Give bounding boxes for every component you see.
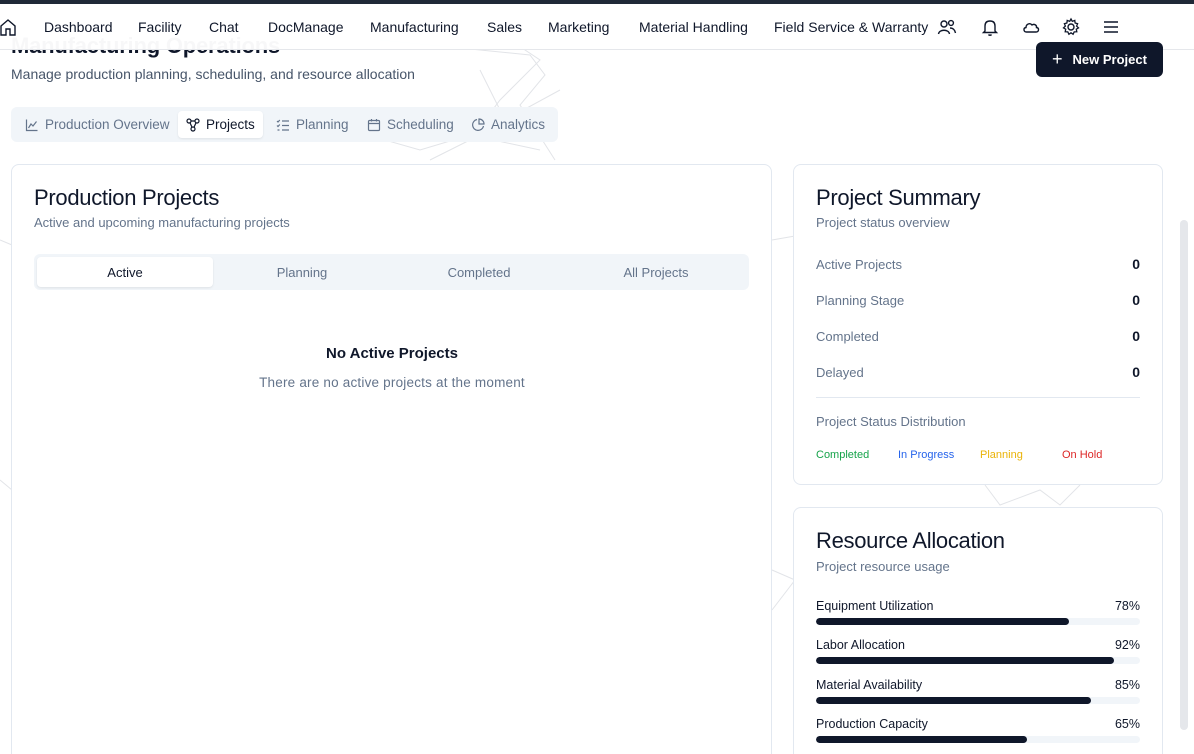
nav-item-facility[interactable]: Facility — [138, 19, 182, 35]
checklist-icon — [276, 119, 289, 131]
subtab-completed[interactable]: Completed — [391, 257, 567, 287]
stat-value: 0 — [1132, 256, 1140, 272]
top-navbar: Dashboard Facility Chat DocManage Manufa… — [0, 4, 1194, 50]
legend-in-progress: In Progress — [898, 449, 955, 461]
progress-fill — [816, 657, 1115, 664]
tab-analytics[interactable]: Analytics — [463, 111, 553, 138]
tab-label: Planning — [296, 117, 349, 132]
resource-label: Equipment Utilization — [816, 599, 934, 613]
network-icon — [186, 117, 200, 132]
subtab-all-projects[interactable]: All Projects — [568, 257, 744, 287]
stat-planning-stage: Planning Stage 0 — [816, 292, 1140, 313]
resource-equipment-utilization: Equipment Utilization 78% — [816, 599, 1140, 629]
tab-label: Analytics — [491, 117, 546, 132]
nav-item-sales[interactable]: Sales — [487, 19, 522, 35]
new-project-label: New Project — [1072, 52, 1147, 67]
resource-label: Material Availability — [816, 678, 923, 692]
project-filter-tabs: Active Planning Completed All Projects — [34, 254, 749, 290]
card-title: Production Projects — [34, 185, 220, 210]
empty-state-subtitle: There are no active projects at the mome… — [259, 375, 525, 390]
resource-material-availability: Material Availability 85% — [816, 678, 1140, 708]
page-subtitle: Manage production planning, scheduling, … — [11, 66, 415, 82]
stat-value: 0 — [1132, 364, 1140, 380]
project-summary-card: Project Summary Project status overview … — [793, 164, 1163, 485]
home-icon[interactable] — [0, 18, 16, 36]
gear-icon[interactable] — [1061, 17, 1081, 37]
resource-labor-allocation: Labor Allocation 92% — [816, 638, 1140, 668]
nav-item-dashboard[interactable]: Dashboard — [44, 19, 113, 35]
resource-value: 78% — [1114, 599, 1140, 613]
production-projects-card: Production Projects Active and upcoming … — [11, 164, 772, 754]
card-subtitle: Project status overview — [816, 215, 950, 230]
tab-scheduling[interactable]: Scheduling — [359, 111, 462, 138]
resource-allocation-card: Resource Allocation Project resource usa… — [793, 507, 1163, 754]
stat-value: 0 — [1132, 328, 1140, 344]
vertical-scrollbar[interactable] — [1180, 220, 1188, 730]
resource-production-capacity: Production Capacity 65% — [816, 717, 1140, 747]
stat-label: Planning Stage — [816, 293, 905, 308]
bell-icon[interactable] — [980, 17, 1000, 37]
resource-label: Production Capacity — [816, 717, 928, 731]
empty-state-title: No Active Projects — [326, 345, 458, 362]
progress-fill — [816, 736, 1027, 743]
pie-chart-icon — [472, 117, 485, 131]
card-title: Project Summary — [816, 185, 981, 210]
stat-label: Active Projects — [816, 257, 902, 272]
tab-label: Scheduling — [387, 117, 454, 132]
menu-icon[interactable] — [1101, 17, 1121, 37]
nav-item-docmanage[interactable]: DocManage — [268, 19, 344, 35]
progress-track — [816, 736, 1140, 743]
legend-on-hold: On Hold — [1062, 449, 1103, 461]
resource-label: Labor Allocation — [816, 638, 905, 652]
stat-value: 0 — [1132, 292, 1140, 308]
resource-value: 92% — [1114, 638, 1140, 652]
stat-delayed: Delayed 0 — [816, 364, 1140, 385]
progress-track — [816, 657, 1140, 664]
nav-item-material-handling[interactable]: Material Handling — [639, 19, 748, 35]
legend-completed: Completed — [816, 449, 870, 461]
users-icon[interactable] — [937, 17, 957, 37]
tab-projects[interactable]: Projects — [178, 111, 263, 138]
legend-planning: Planning — [980, 449, 1023, 461]
subtab-active[interactable]: Active — [37, 257, 213, 287]
cloud-icon[interactable] — [1021, 17, 1041, 37]
tab-label: Projects — [206, 117, 255, 132]
distribution-title: Project Status Distribution — [816, 414, 966, 429]
nav-item-field-service[interactable]: Field Service & Warranty — [774, 19, 928, 35]
nav-item-chat[interactable]: Chat — [209, 19, 239, 35]
resource-value: 85% — [1114, 678, 1140, 692]
resource-value: 65% — [1114, 717, 1140, 731]
card-title: Resource Allocation — [816, 528, 1005, 553]
subtab-planning[interactable]: Planning — [214, 257, 390, 287]
nav-item-manufacturing[interactable]: Manufacturing — [370, 19, 459, 35]
tab-planning[interactable]: Planning — [268, 111, 357, 138]
nav-item-marketing[interactable]: Marketing — [548, 19, 609, 35]
chart-line-icon — [25, 119, 38, 131]
progress-track — [816, 618, 1140, 625]
progress-track — [816, 697, 1140, 704]
main-tabs: Production Overview Projects Planning Sc… — [11, 107, 558, 142]
stat-active-projects: Active Projects 0 — [816, 256, 1140, 277]
new-project-button[interactable]: + New Project — [1036, 42, 1163, 77]
stat-label: Delayed — [816, 365, 864, 380]
card-subtitle: Project resource usage — [816, 559, 950, 574]
divider — [816, 397, 1140, 398]
tab-label: Production Overview — [45, 117, 170, 132]
calendar-icon — [367, 118, 381, 131]
progress-fill — [816, 697, 1092, 704]
plus-icon: + — [1052, 48, 1063, 69]
progress-fill — [816, 618, 1069, 625]
stat-label: Completed — [816, 329, 879, 344]
card-subtitle: Active and upcoming manufacturing projec… — [34, 215, 290, 230]
stat-completed: Completed 0 — [816, 328, 1140, 349]
tab-production-overview[interactable]: Production Overview — [17, 111, 178, 138]
